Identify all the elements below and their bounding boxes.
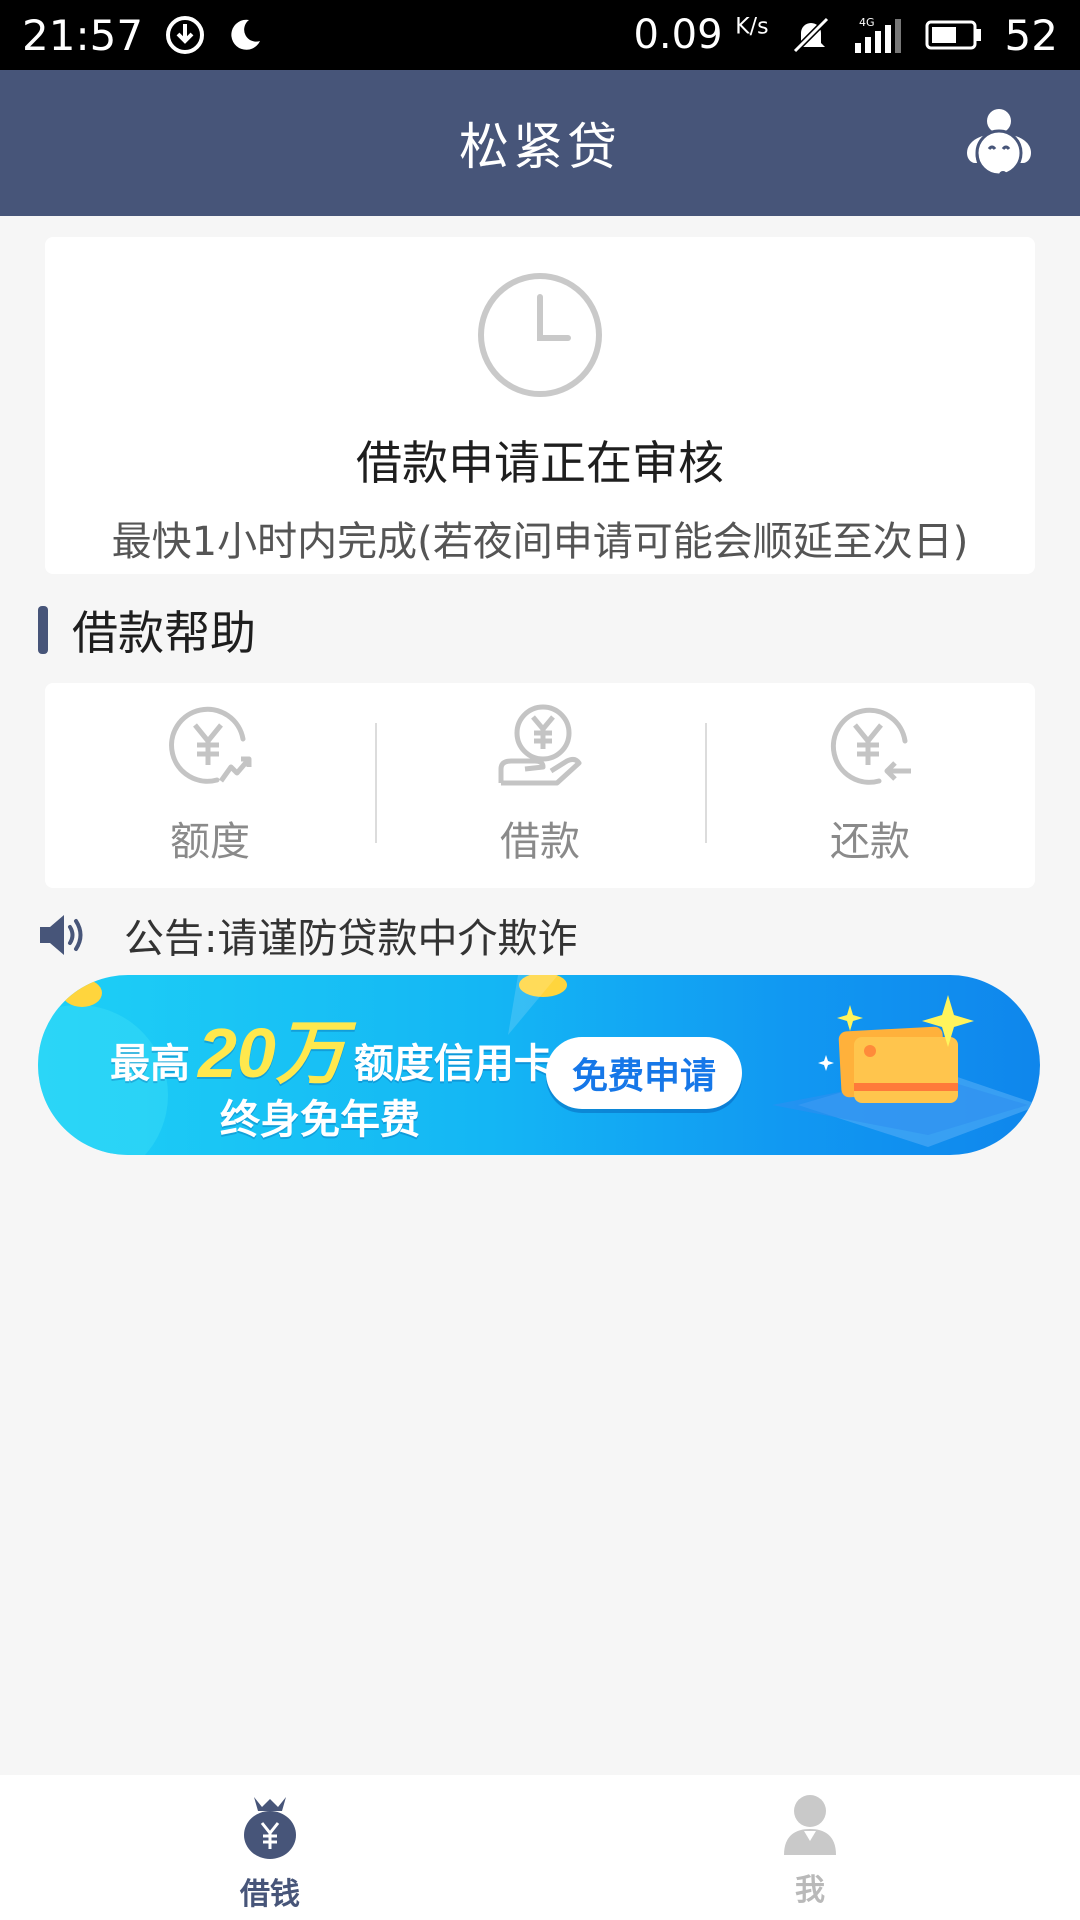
- speed-unit: K/s: [735, 14, 769, 40]
- tab-label-me: 我: [795, 1873, 825, 1908]
- tab-label-borrow: 借钱: [240, 1877, 300, 1912]
- banner-prefix: 最高: [110, 1042, 190, 1086]
- announcement[interactable]: 公告:请谨防贷款中介欺诈: [38, 905, 577, 965]
- download-icon: [165, 15, 205, 55]
- speaker-icon: [40, 915, 83, 955]
- app-title: 松紧贷: [459, 118, 621, 176]
- user-icon: [784, 1795, 836, 1855]
- yen-growth-icon: [169, 706, 252, 784]
- status-right: 0.09 K/s 4G 52: [633, 11, 1058, 60]
- clock-icon: [478, 273, 602, 397]
- speed-value: 0.09: [633, 12, 723, 58]
- credit-card-promo-banner[interactable]: 最高 20万 额度信用卡 终身免年费 免费申请: [38, 975, 1040, 1155]
- credit-card-illustration: [772, 995, 1040, 1147]
- network-label: 4G: [859, 16, 875, 29]
- help-item-borrow[interactable]: 借款: [375, 683, 705, 888]
- moon-icon: [227, 17, 263, 53]
- review-title: 借款申请正在审核: [356, 436, 724, 490]
- heading-accent-bar: [38, 606, 48, 654]
- banner-amount: 20万: [198, 1014, 346, 1092]
- status-bar: 21:57 0.09 K/s 4G 52: [0, 0, 1080, 70]
- network-speed: 0.09 K/s: [633, 12, 768, 58]
- status-left: 21:57: [22, 11, 263, 60]
- money-bag-icon: [244, 1797, 296, 1859]
- help-label-quota: 额度: [170, 819, 250, 865]
- yen-return-icon: [830, 707, 911, 785]
- app-header: 松紧贷: [0, 70, 1080, 216]
- mute-icon: [791, 15, 831, 55]
- bottom-tab-bar: 借钱 我: [0, 1775, 1080, 1920]
- help-heading-text: 借款帮助: [72, 606, 256, 660]
- help-card: 额度 借款 还款: [45, 683, 1035, 888]
- announcement-text: 公告:请谨防贷款中介欺诈: [124, 916, 578, 962]
- signal-icon: 4G: [853, 15, 903, 55]
- review-subtitle: 最快1小时内完成(若夜间申请可能会顺延至次日): [111, 519, 969, 565]
- status-time: 21:57: [22, 10, 144, 60]
- tab-borrow[interactable]: 借钱: [0, 1775, 540, 1920]
- customer-service-icon: [967, 109, 1031, 179]
- banner-headline: 最高 20万 额度信用卡: [110, 997, 554, 1098]
- help-item-quota[interactable]: 额度: [45, 683, 375, 888]
- help-item-repay[interactable]: 还款: [705, 683, 1035, 888]
- help-label-repay: 还款: [830, 819, 910, 865]
- free-apply-button[interactable]: 免费申请: [546, 1037, 742, 1109]
- tab-me[interactable]: 我: [540, 1775, 1080, 1920]
- review-status-card: 借款申请正在审核 最快1小时内完成(若夜间申请可能会顺延至次日): [45, 237, 1035, 574]
- banner-subline: 终身免年费: [220, 1098, 420, 1142]
- customer-service-button[interactable]: [948, 92, 1050, 194]
- help-section-heading: 借款帮助: [38, 600, 256, 660]
- battery-icon: [925, 19, 983, 51]
- banner-suffix: 额度信用卡: [353, 1042, 554, 1086]
- yen-hand-icon: [498, 704, 582, 786]
- battery-level: 52: [1004, 10, 1058, 60]
- help-label-borrow: 借款: [500, 819, 580, 865]
